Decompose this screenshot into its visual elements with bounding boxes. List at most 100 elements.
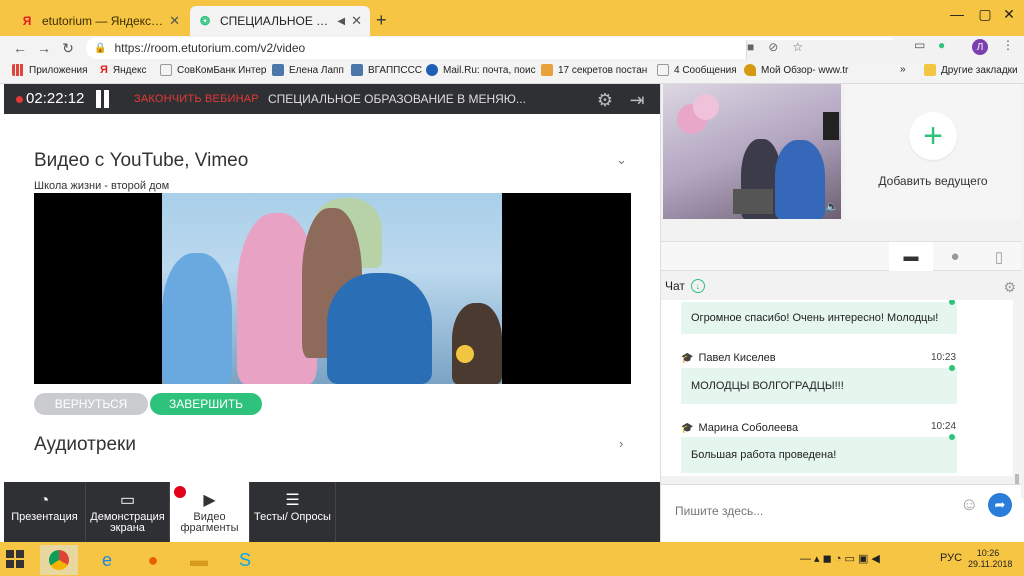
- bookmark-vgappsss[interactable]: ВГАППССС: [351, 64, 422, 76]
- tool-screen-share[interactable]: ▭ Демонстрация экрана: [86, 482, 170, 542]
- menu-icon[interactable]: ⋮: [1002, 38, 1014, 52]
- tab-participants[interactable]: ●: [933, 242, 977, 271]
- send-button[interactable]: ➦: [988, 493, 1012, 517]
- message-pin-icon: [949, 434, 955, 440]
- browser-tab-yandex[interactable]: Я etutorium — Яндекс: нашлось 2 ✕: [12, 6, 188, 36]
- end-webinar-button[interactable]: ЗАКОНЧИТЬ ВЕБИНАР: [134, 93, 259, 105]
- volume-icon[interactable]: 🔈: [825, 200, 839, 213]
- message-author: 🎓 Марина Соболеева: [681, 422, 799, 434]
- chat-header: Чат ↓: [665, 279, 705, 293]
- browser-tab-etutorium[interactable]: ❂ СПЕЦИАЛЬНОЕ ОБРАЗОВА ◀ ✕: [190, 6, 370, 36]
- chat-settings-gear-icon[interactable]: ⚙: [1003, 279, 1016, 296]
- message-author: 🎓 Павел Киселев: [681, 352, 776, 364]
- message-pin-icon: [949, 300, 955, 305]
- bookmark-17-secrets[interactable]: 17 секретов постан: [541, 64, 647, 76]
- close-tab-icon[interactable]: ✕: [351, 13, 362, 29]
- file-explorer-icon[interactable]: ▬: [180, 545, 218, 575]
- bookmark-other[interactable]: Другие закладки: [924, 64, 1018, 76]
- language-indicator[interactable]: РУС: [940, 552, 962, 564]
- chat-bubble-icon: ▬: [903, 248, 919, 265]
- bookmark-mailru[interactable]: Mail.Ru: почта, поис: [426, 64, 536, 76]
- doc-icon: [160, 64, 172, 76]
- chevron-right-icon[interactable]: ›: [619, 436, 623, 451]
- tab-files[interactable]: ▯: [977, 242, 1021, 271]
- tab-title: СПЕЦИАЛЬНОЕ ОБРАЗОВА: [220, 14, 331, 28]
- close-tab-icon[interactable]: ✕: [169, 13, 180, 29]
- play-icon: ▶: [203, 491, 216, 509]
- finish-button[interactable]: ЗАВЕРШИТЬ: [150, 393, 262, 415]
- more-bookmarks-icon[interactable]: »: [900, 64, 906, 75]
- pause-icon[interactable]: [96, 90, 112, 108]
- chat-messages[interactable]: Огромное спасибо! Очень интересно! Молод…: [661, 300, 1013, 476]
- exit-icon[interactable]: ⇥: [626, 89, 648, 111]
- url-text: https://room.etutorium.com/v2/video: [114, 41, 306, 55]
- new-tab-button[interactable]: +: [376, 10, 387, 31]
- tool-tests-polls[interactable]: ☰ Тесты/ Опросы: [250, 482, 336, 542]
- close-window-button[interactable]: ✕: [986, 0, 1024, 28]
- audio-icon[interactable]: ◀: [337, 16, 345, 27]
- webinar-timer: 02:22:12: [26, 90, 85, 107]
- tray-icons[interactable]: — ▴ ◼ ◔ ▭ ▣ ◀: [800, 552, 880, 565]
- right-panel-tabs: ▬ ● ▯: [661, 241, 1021, 271]
- video-player[interactable]: [34, 193, 631, 384]
- etutorium-icon: ❂: [199, 14, 211, 28]
- person-figure: [162, 253, 232, 384]
- skype-icon[interactable]: S: [226, 545, 264, 575]
- person-figure: [327, 273, 432, 384]
- audio-section-title[interactable]: Аудиотреки: [34, 434, 136, 456]
- cast-icon[interactable]: ▭: [914, 38, 925, 52]
- profile-avatar[interactable]: Л: [972, 39, 988, 55]
- back-button[interactable]: ВЕРНУТЬСЯ: [34, 393, 148, 415]
- browser-tab-bar: Я etutorium — Яндекс: нашлось 2 ✕ ❂ СПЕЦ…: [0, 0, 1024, 36]
- gear-icon[interactable]: ⚙: [594, 89, 616, 111]
- forward-arrow-icon[interactable]: →: [34, 38, 54, 58]
- record-indicator-icon: [16, 96, 23, 103]
- tab-title: etutorium — Яндекс: нашлось 2: [42, 14, 163, 28]
- message-pin-icon: [949, 365, 955, 371]
- tab-chat[interactable]: ▬: [889, 242, 933, 271]
- chat-input[interactable]: [675, 504, 935, 518]
- chat-input-bar: ☺ ➦: [661, 484, 1021, 542]
- emoji-icon[interactable]: ☺: [960, 494, 978, 515]
- lock-icon: 🔒: [94, 42, 107, 54]
- firefox-icon[interactable]: ●: [134, 545, 172, 575]
- bookmark-apps[interactable]: Приложения: [12, 64, 88, 76]
- bookmark-my-review[interactable]: Мой Обзор- www.tr: [744, 64, 884, 76]
- reload-icon[interactable]: ↻: [58, 38, 78, 58]
- bookmark-elena[interactable]: Елена Лапп: [272, 64, 344, 76]
- chat-scrollbar[interactable]: [1015, 474, 1019, 484]
- chat-message: Большая работа проведена!: [681, 434, 957, 473]
- tool-presentation[interactable]: ◔ Презентация: [4, 482, 86, 542]
- chevron-down-icon[interactable]: ⌄: [616, 152, 627, 168]
- folder-icon: [924, 64, 936, 76]
- system-clock[interactable]: 10:26 29.11.2018: [968, 548, 1012, 570]
- bookmark-messages[interactable]: 4 Сообщения: [657, 64, 737, 76]
- bookmark-sovcombank[interactable]: СовКомБанк Интер: [160, 64, 266, 76]
- download-icon[interactable]: ↓: [690, 279, 705, 293]
- video-section-title[interactable]: Видео с YouTube, Vimeo: [34, 150, 248, 172]
- address-bar[interactable]: 🔒 https://room.etutorium.com/v2/video ■ …: [86, 37, 1024, 498]
- add-host-tile[interactable]: + Добавить ведущего: [845, 84, 1021, 219]
- internet-explorer-icon[interactable]: e: [88, 545, 126, 575]
- graduation-cap-icon: 🎓: [681, 422, 694, 434]
- video-frame: [162, 193, 502, 384]
- chrome-taskbar-icon[interactable]: [40, 545, 78, 575]
- host-camera-feed[interactable]: 🔈: [663, 84, 841, 219]
- message-time: 10:23: [931, 352, 957, 363]
- tools-bar: ◔ Презентация ▭ Демонстрация экрана ▶ Ви…: [4, 482, 660, 542]
- yandex-icon: Я: [22, 14, 32, 28]
- add-host-plus-icon[interactable]: +: [909, 112, 957, 160]
- extension-icon[interactable]: ●: [938, 38, 945, 52]
- list-icon: ☰: [285, 491, 300, 509]
- tool-video-fragments[interactable]: ▶ Видео фрагменты: [170, 482, 250, 542]
- apps-grid-icon: [12, 64, 24, 76]
- person-figure: [452, 303, 502, 384]
- vk-icon: [351, 64, 363, 76]
- back-arrow-icon[interactable]: ←: [10, 38, 30, 58]
- laptop: [733, 189, 773, 214]
- channel-logo-icon: [456, 345, 474, 363]
- add-host-label: Добавить ведущего: [878, 174, 988, 188]
- speaker: [823, 112, 839, 140]
- windows-start-icon[interactable]: [6, 550, 24, 568]
- bookmark-yandex[interactable]: Я Яндекс: [100, 64, 147, 76]
